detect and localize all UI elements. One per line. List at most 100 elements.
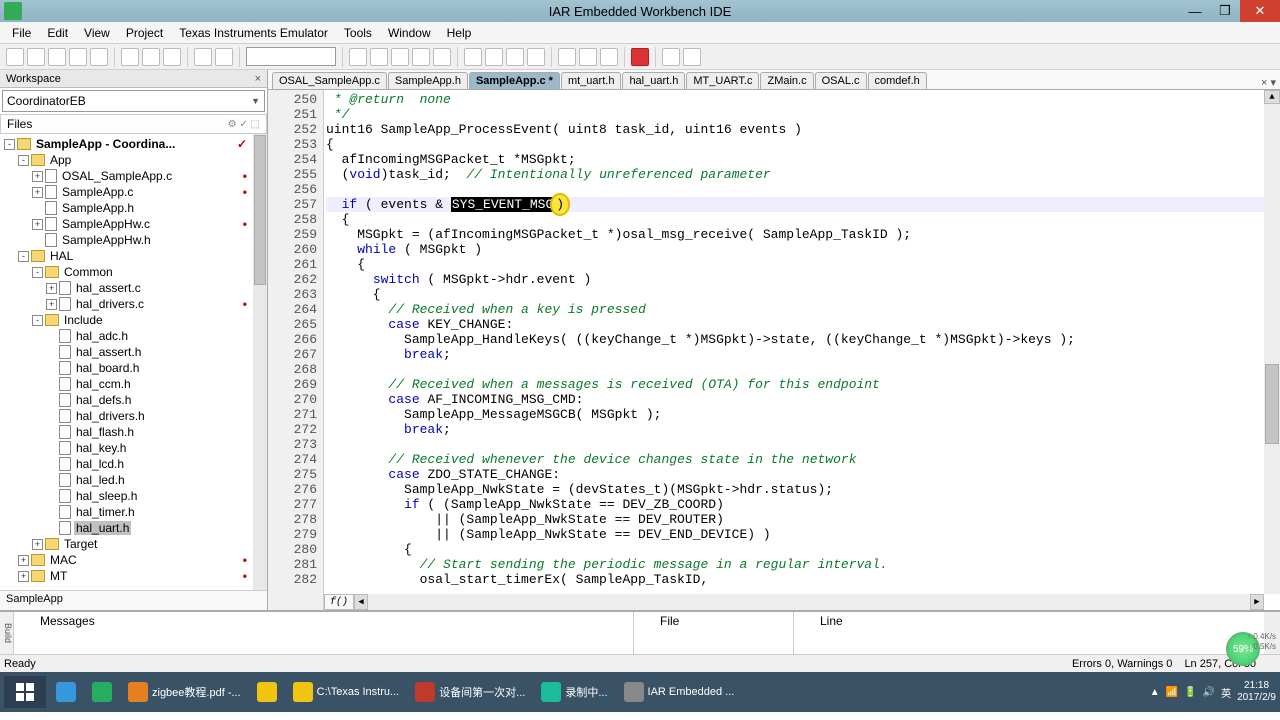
- editor-tab[interactable]: SampleApp.c *: [469, 72, 560, 89]
- editor-hscrollbar[interactable]: f() ◀ ▶: [324, 594, 1264, 610]
- copy-icon[interactable]: [142, 48, 160, 66]
- close-button[interactable]: ✕: [1240, 0, 1280, 22]
- expand-icon[interactable]: -: [4, 139, 15, 150]
- undo-icon[interactable]: [194, 48, 212, 66]
- menu-help[interactable]: Help: [439, 24, 480, 42]
- code-area[interactable]: 2502512522532542552562572582592602612622…: [268, 90, 1280, 610]
- tree-item[interactable]: -HAL: [0, 248, 267, 264]
- taskbar-item[interactable]: 录制中...: [533, 676, 615, 708]
- expand-icon[interactable]: -: [32, 315, 43, 326]
- editor-tab[interactable]: MT_UART.c: [686, 72, 759, 89]
- editor-tab[interactable]: mt_uart.h: [561, 72, 621, 89]
- tree-item[interactable]: +hal_assert.c: [0, 280, 267, 296]
- workspace-close-icon[interactable]: ×: [255, 73, 261, 85]
- taskbar-item[interactable]: [249, 676, 285, 708]
- nav-back-icon[interactable]: [349, 48, 367, 66]
- debug2-icon[interactable]: [579, 48, 597, 66]
- toggle-bp-icon[interactable]: [527, 48, 545, 66]
- tree-scrollbar[interactable]: [253, 134, 267, 590]
- volume-icon[interactable]: 🔊: [1203, 687, 1215, 698]
- expand-icon[interactable]: +: [18, 571, 29, 582]
- maximize-button[interactable]: ❐: [1210, 0, 1240, 22]
- start-button[interactable]: [4, 676, 46, 708]
- tree-item[interactable]: +MT•: [0, 568, 267, 584]
- bookmark-icon[interactable]: [391, 48, 409, 66]
- tree-item[interactable]: -Include: [0, 312, 267, 328]
- editor-tab[interactable]: ZMain.c: [760, 72, 813, 89]
- tray-up-icon[interactable]: ▲: [1150, 687, 1160, 698]
- debug-icon[interactable]: [558, 48, 576, 66]
- tree-item[interactable]: +OSAL_SampleApp.c•: [0, 168, 267, 184]
- expand-icon[interactable]: +: [46, 283, 57, 294]
- editor-tab[interactable]: comdef.h: [868, 72, 927, 89]
- config-combo[interactable]: CoordinatorEB ▼: [2, 90, 265, 112]
- saveall-icon[interactable]: [69, 48, 87, 66]
- stop-build-icon[interactable]: [506, 48, 524, 66]
- download-icon[interactable]: [662, 48, 680, 66]
- expand-icon[interactable]: +: [18, 555, 29, 566]
- tree-item[interactable]: hal_timer.h: [0, 504, 267, 520]
- editor-vscrollbar[interactable]: ▲: [1264, 90, 1280, 594]
- tree-item[interactable]: hal_drivers.h: [0, 408, 267, 424]
- expand-icon[interactable]: +: [46, 299, 57, 310]
- bookmark-prev-icon[interactable]: [433, 48, 451, 66]
- menu-file[interactable]: File: [4, 24, 39, 42]
- tree-item[interactable]: hal_adc.h: [0, 328, 267, 344]
- tree-item[interactable]: hal_lcd.h: [0, 456, 267, 472]
- taskbar-item[interactable]: [84, 676, 120, 708]
- debug3-icon[interactable]: [600, 48, 618, 66]
- clock[interactable]: 21:18 2017/2/9: [1237, 680, 1276, 704]
- save-icon[interactable]: [48, 48, 66, 66]
- tree-item[interactable]: +SampleAppHw.c•: [0, 216, 267, 232]
- ime-indicator[interactable]: 英: [1221, 685, 1231, 700]
- taskbar-item[interactable]: [48, 676, 84, 708]
- expand-icon[interactable]: +: [32, 171, 43, 182]
- download2-icon[interactable]: [683, 48, 701, 66]
- editor-tab[interactable]: OSAL.c: [815, 72, 867, 89]
- bookmark-next-icon[interactable]: [412, 48, 430, 66]
- build-tab[interactable]: Build: [0, 612, 14, 654]
- accelerator-widget[interactable]: 59% ↑ 0.4K/s↓ 0.5K/s: [1226, 632, 1274, 672]
- tabs-close-icon[interactable]: × ▾: [1261, 76, 1276, 89]
- tree-item[interactable]: +SampleApp.c•: [0, 184, 267, 200]
- file-tree[interactable]: -SampleApp - Coordina...✓-App+OSAL_Sampl…: [0, 134, 267, 590]
- tree-item[interactable]: -App: [0, 152, 267, 168]
- scroll-left-icon[interactable]: ◀: [354, 594, 368, 610]
- menu-edit[interactable]: Edit: [39, 24, 76, 42]
- taskbar-item[interactable]: 设备间第一次对...: [407, 676, 533, 708]
- tree-item[interactable]: +Target: [0, 536, 267, 552]
- expand-icon[interactable]: +: [32, 219, 43, 230]
- expand-icon[interactable]: +: [32, 539, 43, 550]
- tree-item[interactable]: hal_uart.h: [0, 520, 267, 536]
- code-text[interactable]: * @return none */uint16 SampleApp_Proces…: [324, 90, 1280, 610]
- editor-tab[interactable]: hal_uart.h: [622, 72, 685, 89]
- redo-icon[interactable]: [215, 48, 233, 66]
- cut-icon[interactable]: [121, 48, 139, 66]
- expand-icon[interactable]: -: [18, 155, 29, 166]
- menu-view[interactable]: View: [76, 24, 118, 42]
- scroll-right-icon[interactable]: ▶: [1250, 594, 1264, 610]
- editor-tab[interactable]: SampleApp.h: [388, 72, 468, 89]
- expand-icon[interactable]: -: [18, 251, 29, 262]
- make-icon[interactable]: [485, 48, 503, 66]
- function-nav[interactable]: f(): [324, 594, 354, 610]
- menu-texas-instruments-emulator[interactable]: Texas Instruments Emulator: [171, 24, 336, 42]
- minimize-button[interactable]: —: [1180, 0, 1210, 22]
- taskbar-item[interactable]: C:\Texas Instru...: [285, 676, 408, 708]
- tree-item[interactable]: hal_assert.h: [0, 344, 267, 360]
- record-icon[interactable]: [631, 48, 649, 66]
- tree-item[interactable]: +MAC•: [0, 552, 267, 568]
- system-tray[interactable]: ▲ 📶 🔋 🔊 英 21:18 2017/2/9: [1150, 680, 1276, 704]
- taskbar-item[interactable]: zigbee教程.pdf -...: [120, 676, 249, 708]
- scroll-up-icon[interactable]: ▲: [1264, 90, 1280, 104]
- paste-icon[interactable]: [163, 48, 181, 66]
- tree-item[interactable]: hal_board.h: [0, 360, 267, 376]
- expand-icon[interactable]: +: [32, 187, 43, 198]
- taskbar-item[interactable]: IAR Embedded ...: [616, 676, 743, 708]
- new-icon[interactable]: [6, 48, 24, 66]
- menu-tools[interactable]: Tools: [336, 24, 380, 42]
- tree-item[interactable]: +hal_drivers.c•: [0, 296, 267, 312]
- find-combo[interactable]: [246, 47, 336, 66]
- tree-item[interactable]: hal_led.h: [0, 472, 267, 488]
- tree-item[interactable]: hal_ccm.h: [0, 376, 267, 392]
